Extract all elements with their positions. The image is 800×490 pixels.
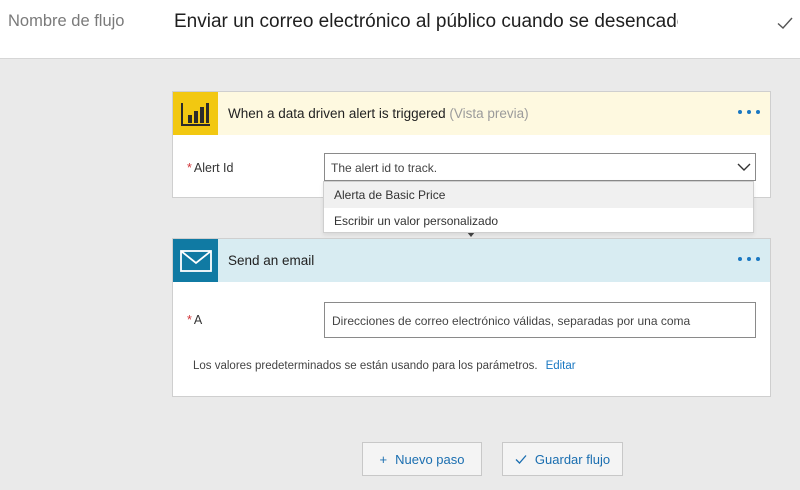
defaults-note: Los valores predeterminados se están usa… bbox=[193, 360, 576, 372]
required-mark: * bbox=[187, 313, 192, 327]
flow-name-label: Nombre de flujo bbox=[8, 12, 125, 30]
to-field-label: * A bbox=[187, 313, 202, 327]
email-card: Send an email * A Direcciones de correo e… bbox=[172, 238, 771, 397]
to-email-input[interactable]: Direcciones de correo electrónico válida… bbox=[324, 302, 756, 338]
flow-name-input[interactable]: Enviar un correo electrónico al público … bbox=[174, 11, 678, 33]
checkmark-icon[interactable] bbox=[776, 14, 794, 32]
trigger-title-text: When a data driven alert is triggered bbox=[228, 106, 446, 121]
required-mark: * bbox=[187, 161, 192, 175]
dot-icon bbox=[756, 110, 760, 114]
dropdown-option-basic-price[interactable]: Alerta de Basic Price bbox=[324, 182, 753, 208]
checkmark-icon bbox=[515, 453, 527, 465]
defaults-note-text: Los valores predeterminados se están usa… bbox=[193, 360, 538, 372]
alert-id-label: * Alert Id bbox=[187, 161, 233, 175]
dot-icon bbox=[738, 257, 742, 261]
top-bar: Nombre de flujo Enviar un correo electró… bbox=[0, 0, 800, 59]
trigger-card-title: When a data driven alert is triggered (V… bbox=[228, 106, 529, 121]
trigger-more-options-button[interactable] bbox=[738, 104, 760, 120]
dot-icon bbox=[747, 110, 751, 114]
trigger-card-header[interactable]: When a data driven alert is triggered (V… bbox=[173, 92, 770, 135]
alert-id-select[interactable]: The alert id to track. bbox=[324, 153, 756, 181]
dot-icon bbox=[738, 110, 742, 114]
alert-id-dropdown: Alerta de Basic Price Escribir un valor … bbox=[323, 181, 754, 233]
to-email-placeholder: Direcciones de correo electrónico válida… bbox=[332, 314, 691, 328]
new-step-button[interactable]: + Nuevo paso bbox=[362, 442, 482, 476]
save-flow-button[interactable]: Guardar flujo bbox=[502, 442, 623, 476]
alert-id-placeholder: The alert id to track. bbox=[331, 161, 438, 175]
dot-icon bbox=[747, 257, 751, 261]
preview-label: (Vista previa) bbox=[449, 106, 529, 121]
email-card-title: Send an email bbox=[228, 253, 315, 268]
save-flow-label: Guardar flujo bbox=[534, 451, 611, 467]
power-bi-icon bbox=[173, 92, 218, 135]
new-step-label: Nuevo paso bbox=[395, 451, 465, 467]
alert-id-label-text: Alert Id bbox=[193, 161, 234, 175]
email-card-header[interactable]: Send an email bbox=[173, 239, 770, 282]
dropdown-option-custom-value[interactable]: Escribir un valor personalizado bbox=[324, 208, 753, 234]
to-field-label-text: A bbox=[193, 313, 203, 327]
chevron-down-icon[interactable] bbox=[736, 159, 752, 175]
email-more-options-button[interactable] bbox=[738, 251, 760, 267]
plus-icon: + bbox=[379, 451, 388, 467]
dot-icon bbox=[756, 257, 760, 261]
mail-icon bbox=[173, 239, 218, 282]
edit-link[interactable]: Editar bbox=[546, 360, 576, 372]
